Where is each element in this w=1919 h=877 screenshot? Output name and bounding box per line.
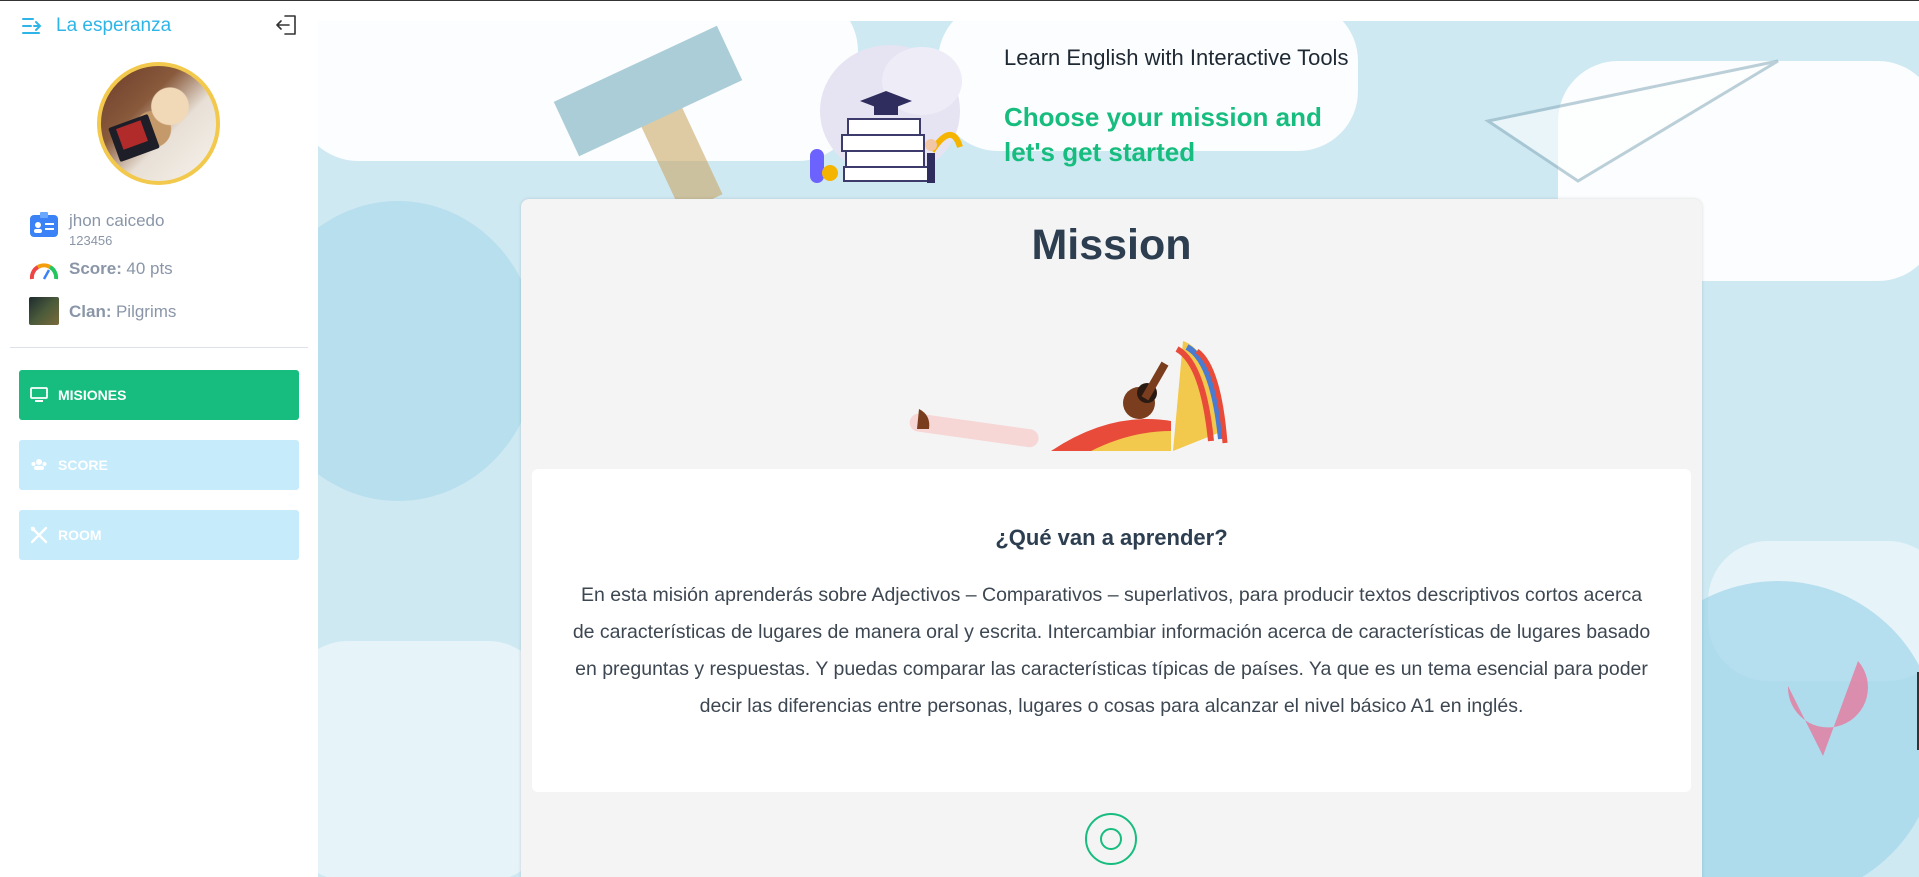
gauge-icon (29, 263, 59, 280)
learn-title: ¿Qué van a aprender? (995, 525, 1228, 550)
clan-emblem (29, 297, 59, 325)
brand-name: La esperanza (56, 15, 172, 36)
clan-label: Clan: (69, 302, 112, 321)
nav-score-button[interactable]: SCORE (19, 440, 299, 490)
monitor-icon (30, 387, 48, 402)
dancer-illustration (909, 341, 1228, 451)
clan-value: Pilgrims (115, 302, 177, 321)
mission-card: Mission ¿Qué van a aprender? En esta mis… (521, 199, 1702, 877)
score-label: Score: (69, 259, 122, 278)
header-subtitle: Choose your mission and let's get starte… (1004, 102, 1322, 167)
logout-icon[interactable] (276, 14, 298, 36)
learn-description: En esta misión aprenderás sobre Adjectiv… (572, 584, 1651, 717)
score-info: Score: 40 pts (29, 257, 173, 285)
nav-room-label: ROOM (58, 527, 102, 543)
learn-box: ¿Qué van a aprender? En esta misión apre… (532, 469, 1691, 792)
score-value: 40 pts (126, 259, 173, 278)
graduation-illustration (810, 45, 963, 183)
header-title: Learn English with Interactive Tools (1004, 45, 1349, 70)
sidebar-divider (10, 347, 308, 348)
group-icon (31, 459, 47, 470)
nav-misiones-button[interactable]: MISIONES (19, 370, 299, 420)
user-id: 123456 (69, 233, 113, 248)
nav-misiones-label: MISIONES (58, 387, 127, 403)
main-content: Learn English with Interactive Tools Cho… (318, 21, 1919, 877)
mission-title: Mission (1031, 221, 1192, 269)
circle-icon (1100, 828, 1122, 850)
sidebar: La esperanza jhon caicedo 123456 Score: … (0, 1, 318, 877)
menu-collapse-icon[interactable] (22, 16, 44, 36)
nav-room-button[interactable]: ROOM (19, 510, 299, 560)
clan-info: Clan: Pilgrims (29, 297, 176, 325)
tools-icon (30, 526, 48, 544)
nav-score-label: SCORE (58, 457, 108, 473)
id-card-icon (30, 212, 58, 237)
brand[interactable]: La esperanza (22, 15, 171, 37)
avatar (97, 62, 220, 185)
user-name: jhon caicedo (69, 211, 165, 230)
next-step-button[interactable] (1085, 813, 1137, 865)
user-info: jhon caicedo 123456 (29, 211, 164, 248)
